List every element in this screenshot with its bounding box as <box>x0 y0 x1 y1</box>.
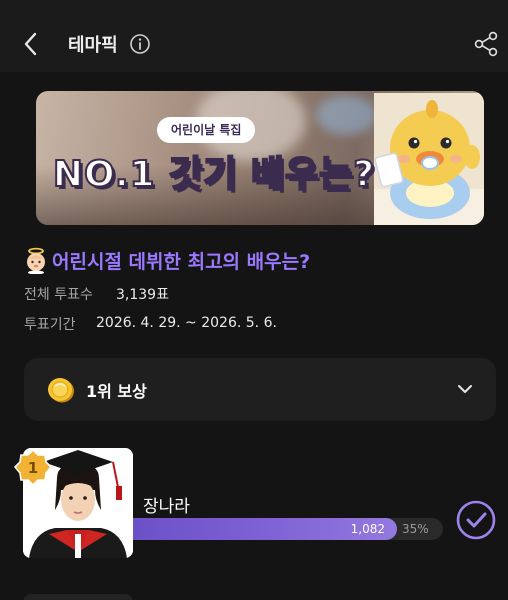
candidate-name: 장나라 <box>143 497 190 517</box>
vote-period-label: 투표기간 <box>24 317 76 333</box>
reward-accordion[interactable]: 1위 보상 <box>24 358 496 421</box>
duck-plush-image <box>374 93 484 225</box>
info-circle-icon[interactable] <box>129 33 151 55</box>
vote-period-value: 2026. 4. 29. ~ 2026. 5. 6. <box>96 315 277 331</box>
banner-headline: NO.1 갓기 배우는? <box>52 153 376 196</box>
banner-mobile-toy <box>316 95 376 135</box>
vote-bar-fill: 1,082 <box>133 518 397 540</box>
banner-chip: 어린이날 특집 <box>157 117 256 143</box>
baby-angel-icon <box>27 247 45 274</box>
share-icon[interactable] <box>473 31 499 57</box>
rank-number: 1 <box>28 459 38 477</box>
coin-icon <box>48 378 74 403</box>
chevron-left-icon[interactable] <box>20 30 42 58</box>
vote-bar-track: 1,082 <box>133 518 443 540</box>
poll-question: 어린시절 데뷔한 최고의 배우는? <box>22 246 310 274</box>
total-votes-label: 전체 투표수 <box>24 287 93 303</box>
candidate-card[interactable]: 1 장나라 <box>0 440 508 570</box>
vote-percent: 35% <box>402 522 429 536</box>
next-candidate-photo <box>23 594 133 600</box>
rank-medal-icon: 1 <box>14 448 52 487</box>
poll-question-text: 어린시절 데뷔한 최고의 배우는? <box>52 250 311 273</box>
total-votes-value: 3,139표 <box>116 287 169 303</box>
chevron-down-icon[interactable] <box>456 382 474 396</box>
theme-banner[interactable]: 어린이날 특집 NO.1 갓기 배우는? <box>36 91 484 225</box>
vote-count: 1,082 <box>350 522 385 536</box>
reward-label: 1위 보상 <box>86 382 147 401</box>
check-circle-icon[interactable] <box>455 499 497 541</box>
top-bar: 테마픽 <box>0 0 508 72</box>
page-title: 테마픽 <box>68 35 118 56</box>
